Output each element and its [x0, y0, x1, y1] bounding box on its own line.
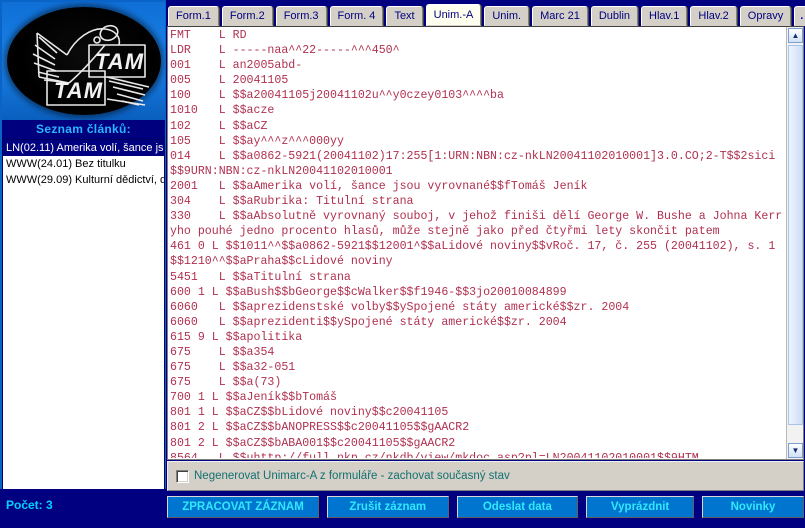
list-item[interactable]: LN(02.11) Amerika volí, šance jsou vyrov… — [3, 140, 164, 156]
tamtam-logo-icon: TAM TAM — [32, 24, 149, 106]
tab-more-options[interactable]: ... — [794, 6, 805, 26]
format-tab-bar: Form.1 Form.2 Form.3 Form. 4 Text Unim.-… — [166, 2, 805, 26]
tab-hlav-1[interactable]: Hlav.1 — [641, 6, 688, 26]
tab-unimarc[interactable]: Unim. — [484, 6, 530, 26]
zpracovat-zaznam-button[interactable]: ZPRACOVAT ZÁZNAM — [167, 496, 319, 518]
tab-marc-21[interactable]: Marc 21 — [532, 6, 588, 26]
tab-unimarc-a[interactable]: Unim.-A — [425, 4, 482, 26]
novinky-button[interactable]: Novinky — [702, 496, 804, 518]
record-count-label: Počet: 3 — [6, 498, 53, 512]
editor-vertical-scrollbar[interactable]: ▲ ▼ — [786, 27, 803, 459]
negenerovat-unimarc-checkbox[interactable] — [176, 469, 189, 483]
scroll-up-icon[interactable]: ▲ — [788, 28, 803, 43]
negenerovat-unimarc-label: Negenerovat Unimarc-A z formuláře - zach… — [194, 470, 510, 482]
odeslat-data-button[interactable]: Odeslat data — [456, 496, 579, 518]
list-item[interactable]: WWW(24.01) Bez titulku — [3, 156, 164, 172]
record-text-content[interactable]: FMT L RD LDR L -----naa^^22-----^^^450^ … — [170, 28, 786, 458]
logo-panel: TAM TAM — [2, 2, 165, 120]
tab-form-3[interactable]: Form.3 — [275, 6, 327, 26]
tab-dublin[interactable]: Dublin — [590, 6, 639, 26]
article-list-title: Seznam článků: — [2, 120, 165, 139]
tab-form-2[interactable]: Form.2 — [221, 6, 273, 26]
application-window: TAM TAM Seznam článků: LN(02.11) Amerika… — [0, 0, 805, 528]
svg-text:TAM: TAM — [54, 78, 103, 103]
svg-text:TAM: TAM — [95, 49, 144, 74]
option-strip: Negenerovat Unimarc-A z formuláře - zach… — [167, 461, 804, 491]
tab-text[interactable]: Text — [386, 6, 423, 26]
tab-form-4[interactable]: Form. 4 — [329, 6, 384, 26]
tab-hlav-2[interactable]: Hlav.2 — [690, 6, 737, 26]
scrollbar-thumb[interactable] — [788, 45, 803, 425]
article-list[interactable]: LN(02.11) Amerika volí, šance jsou vyrov… — [2, 139, 165, 491]
tab-form-1[interactable]: Form.1 — [168, 6, 219, 26]
scroll-down-icon[interactable]: ▼ — [788, 443, 803, 458]
action-button-row: ZPRACOVAT ZÁZNAM Zrušit záznam Odeslat d… — [167, 494, 804, 520]
zrusit-zaznam-button[interactable]: Zrušit záznam — [326, 496, 449, 518]
list-item[interactable]: WWW(29.09) Kulturní dědictví, digitaliza… — [3, 172, 164, 188]
left-sidebar: TAM TAM Seznam článků: LN(02.11) Amerika… — [0, 0, 166, 528]
tab-opravy[interactable]: Opravy — [739, 6, 792, 26]
main-content-area: Form.1 Form.2 Form.3 Form. 4 Text Unim.-… — [166, 0, 805, 528]
record-text-editor[interactable]: FMT L RD LDR L -----naa^^22-----^^^450^ … — [167, 26, 804, 460]
vyprazdnit-button[interactable]: Vyprázdnit — [586, 496, 695, 518]
